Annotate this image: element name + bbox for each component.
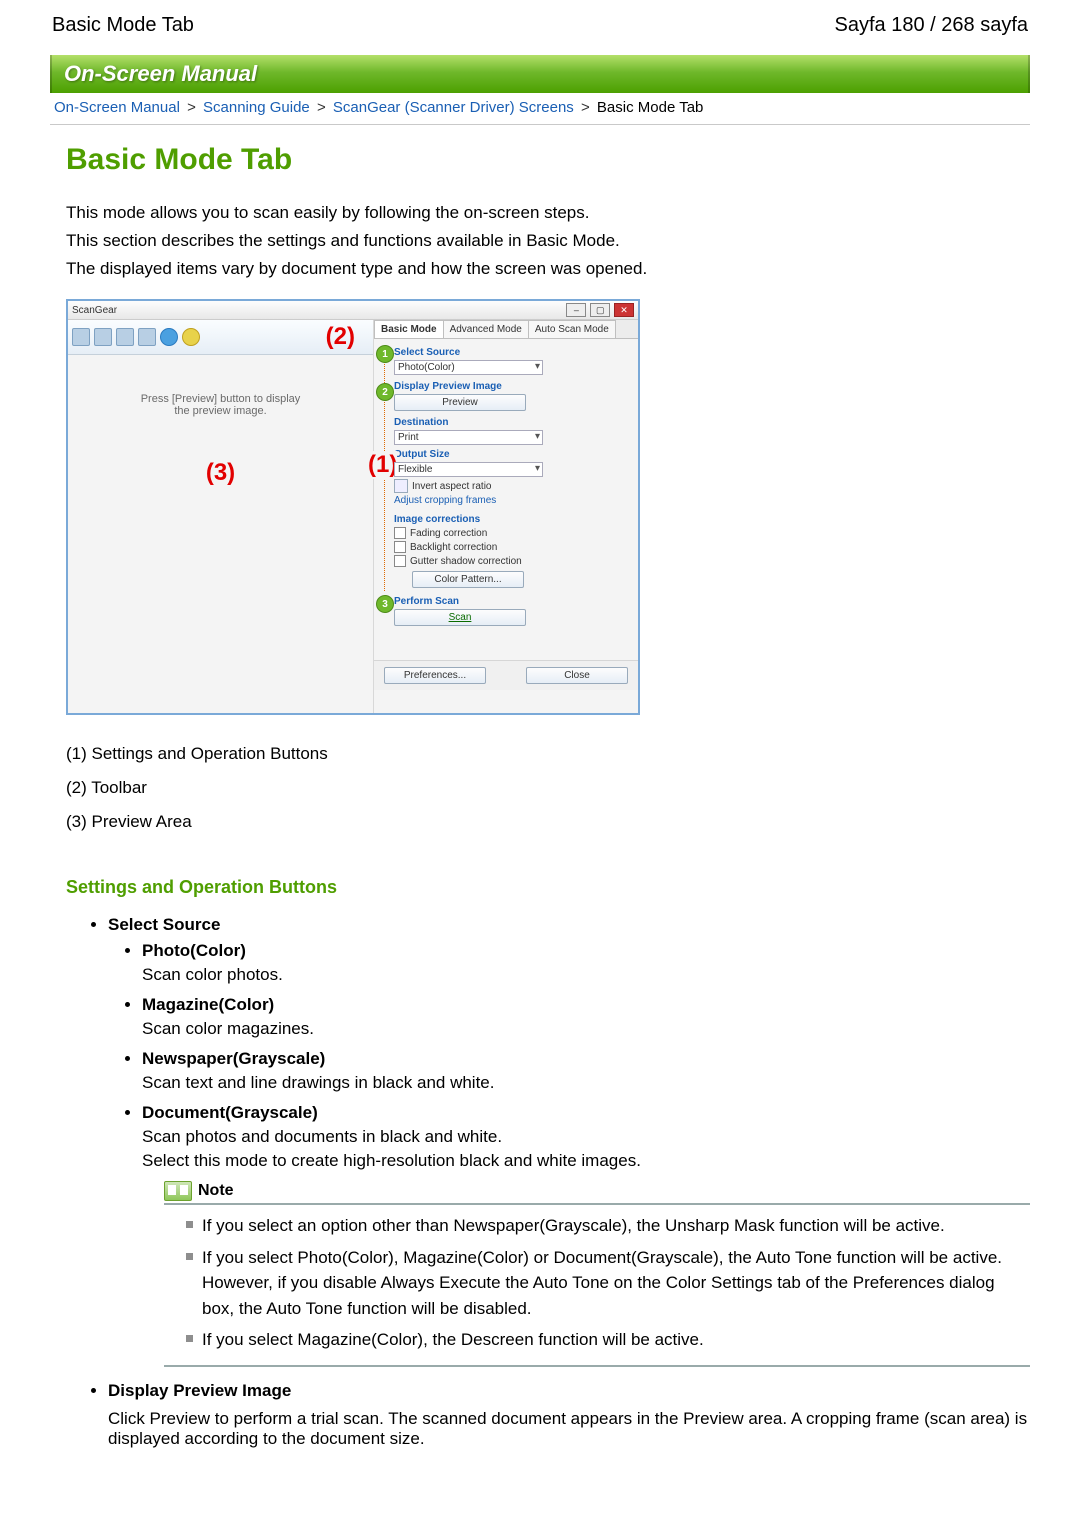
preview-button[interactable]: Preview (394, 394, 526, 411)
callout-2: (2) (326, 323, 355, 351)
mode-tabs: Basic Mode Advanced Mode Auto Scan Mode (374, 320, 638, 339)
adjust-cropping-link[interactable]: Adjust cropping frames (394, 495, 630, 506)
note-title: Note (198, 1182, 234, 1200)
breadcrumb-sep: > (317, 99, 326, 116)
label-gutter: Gutter shadow correction (410, 556, 522, 567)
legend-item: (1) Settings and Operation Buttons (66, 737, 1030, 771)
scangear-screenshot: ScanGear – ▢ ✕ (2) Press [Previe (66, 299, 640, 715)
info-icon[interactable] (160, 328, 178, 346)
breadcrumb-sep: > (581, 99, 590, 116)
preview-hint: the preview image. (174, 405, 266, 417)
item-magazine-color: Magazine(Color) (142, 995, 1030, 1015)
note-box: Note If you select an option other than … (164, 1181, 1030, 1367)
page-header-left: Basic Mode Tab (52, 14, 194, 37)
section-heading: Settings and Operation Buttons (66, 877, 1030, 898)
label-image-corrections: Image corrections (394, 514, 630, 525)
preview-area: Press [Preview] button to display the pr… (68, 355, 373, 713)
note-item: If you select an option other than Newsp… (186, 1213, 1030, 1239)
breadcrumb-link[interactable]: Scanning Guide (203, 99, 310, 116)
invert-ratio-icon[interactable] (394, 479, 408, 493)
breadcrumb-link[interactable]: On-Screen Manual (54, 99, 180, 116)
label-perform-scan: Perform Scan (394, 596, 630, 607)
window-buttons: – ▢ ✕ (565, 303, 634, 317)
toolbar-icon[interactable] (94, 328, 112, 346)
help-icon[interactable] (182, 328, 200, 346)
select-source-dropdown[interactable]: Photo(Color) (394, 360, 543, 375)
color-pattern-button[interactable]: Color Pattern... (412, 571, 524, 588)
item-desc: Scan color magazines. (142, 1019, 1030, 1039)
tab-basic-mode[interactable]: Basic Mode (374, 320, 444, 338)
divider (50, 124, 1030, 125)
tab-auto-scan-mode[interactable]: Auto Scan Mode (528, 320, 616, 338)
step-badge-3: 3 (376, 595, 394, 613)
label-display-preview: Display Preview Image (394, 381, 630, 392)
output-size-dropdown[interactable]: Flexible (394, 462, 543, 477)
preview-hint: Press [Preview] button to display (141, 393, 301, 405)
preferences-button[interactable]: Preferences... (384, 667, 486, 684)
item-desc: Scan text and line drawings in black and… (142, 1073, 1030, 1093)
label-fading: Fading correction (410, 528, 487, 539)
label-output-size: Output Size (394, 449, 630, 460)
item-desc: Scan color photos. (142, 965, 1030, 985)
step-badge-1: 1 (376, 345, 394, 363)
breadcrumb-link[interactable]: ScanGear (Scanner Driver) Screens (333, 99, 574, 116)
maximize-icon[interactable]: ▢ (590, 303, 610, 317)
legend-item: (3) Preview Area (66, 805, 1030, 839)
checkbox-gutter[interactable] (394, 555, 406, 567)
label-backlight: Backlight correction (410, 542, 497, 553)
label-select-source: Select Source (394, 347, 630, 358)
label-destination: Destination (394, 417, 630, 428)
intro-text: This mode allows you to scan easily by f… (66, 199, 1030, 227)
close-icon[interactable]: ✕ (614, 303, 634, 317)
tab-advanced-mode[interactable]: Advanced Mode (443, 320, 529, 338)
item-newspaper-grayscale: Newspaper(Grayscale) (142, 1049, 1030, 1069)
page-header-right: Sayfa 180 / 268 sayfa (835, 14, 1028, 37)
note-icon (164, 1181, 192, 1201)
minimize-icon[interactable]: – (566, 303, 586, 317)
breadcrumb: On-Screen Manual > Scanning Guide > Scan… (50, 93, 1030, 124)
window-title: ScanGear (72, 305, 117, 316)
page-title: Basic Mode Tab (66, 143, 1030, 177)
item-desc: Scan photos and documents in black and w… (142, 1127, 1030, 1147)
scan-button[interactable]: Scan (394, 609, 526, 626)
manual-banner: On-Screen Manual (50, 55, 1030, 93)
label-invert-ratio: Invert aspect ratio (412, 481, 491, 492)
scangear-toolbar: (2) (68, 320, 373, 355)
breadcrumb-current: Basic Mode Tab (597, 99, 703, 116)
note-item: If you select Photo(Color), Magazine(Col… (186, 1245, 1030, 1322)
checkbox-backlight[interactable] (394, 541, 406, 553)
item-desc: Click Preview to perform a trial scan. T… (108, 1409, 1030, 1449)
checkbox-fading[interactable] (394, 527, 406, 539)
destination-dropdown[interactable]: Print (394, 430, 543, 445)
callout-3: (3) (206, 459, 235, 487)
step-badge-2: 2 (376, 383, 394, 401)
toolbar-icon[interactable] (138, 328, 156, 346)
breadcrumb-sep: > (187, 99, 196, 116)
toolbar-icon[interactable] (116, 328, 134, 346)
callout-1: (1) (368, 451, 397, 479)
item-document-grayscale: Document(Grayscale) (142, 1103, 1030, 1123)
note-item: If you select Magazine(Color), the Descr… (186, 1327, 1030, 1353)
item-photo-color: Photo(Color) (142, 941, 1030, 961)
intro-text: This section describes the settings and … (66, 227, 1030, 255)
item-display-preview-image: Display Preview Image (108, 1381, 291, 1400)
intro-text: The displayed items vary by document typ… (66, 255, 1030, 283)
item-select-source: Select Source (108, 915, 220, 934)
close-button[interactable]: Close (526, 667, 628, 684)
item-desc: Select this mode to create high-resoluti… (142, 1151, 1030, 1171)
toolbar-icon[interactable] (72, 328, 90, 346)
legend-item: (2) Toolbar (66, 771, 1030, 805)
